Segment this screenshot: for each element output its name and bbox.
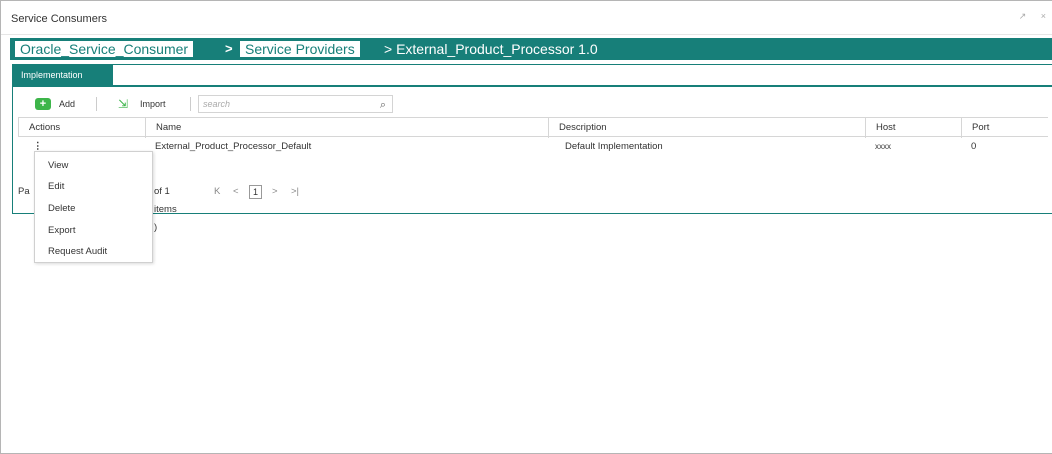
column-header-actions[interactable]: Actions xyxy=(19,118,146,138)
breadcrumb-separator: > xyxy=(225,41,233,56)
menu-item-view[interactable]: View xyxy=(48,160,68,171)
menu-item-edit[interactable]: Edit xyxy=(48,181,64,192)
pager-first-icon[interactable]: K xyxy=(214,183,220,201)
column-header-name[interactable]: Name xyxy=(146,118,549,138)
import-button[interactable]: ⇲ Import xyxy=(118,95,166,113)
table-row[interactable]: ⋮ External_Product_Processor_Default Def… xyxy=(18,137,1048,157)
pager-summary: of 1 items ) xyxy=(154,186,177,233)
search-input[interactable]: search ⌕ xyxy=(198,95,393,113)
column-header-port[interactable]: Port xyxy=(962,118,1049,138)
implementation-panel: Implementation + Add ⇲ Import search ⌕ A… xyxy=(12,64,1052,233)
service-consumers-window: Service Consumers ↗ × Oracle_Service_Con… xyxy=(0,0,1052,454)
menu-item-delete[interactable]: Delete xyxy=(48,203,75,214)
breadcrumb: Oracle_Service_Consumer > Service Provid… xyxy=(10,38,1052,60)
search-placeholder: search xyxy=(203,99,231,109)
cell-name: External_Product_Processor_Default xyxy=(155,141,312,152)
tab-implementation[interactable]: Implementation xyxy=(13,65,113,85)
toolbar-divider xyxy=(190,97,191,111)
window-title: Service Consumers xyxy=(11,13,107,25)
breadcrumb-current: > External_Product_Processor 1.0 xyxy=(384,41,598,57)
import-icon: ⇲ xyxy=(118,97,129,111)
add-button[interactable]: + Add xyxy=(35,95,75,113)
search-icon[interactable]: ⌕ xyxy=(380,97,386,113)
pager-current-page[interactable]: 1 xyxy=(249,185,263,199)
breadcrumb-oracle-service-consumer[interactable]: Oracle_Service_Consumer xyxy=(14,40,195,58)
row-actions-menu: View Edit Delete Export Request Audit xyxy=(34,151,153,263)
column-header-description[interactable]: Description xyxy=(549,118,866,138)
table-header: Actions Name Description Host Port xyxy=(18,117,1049,138)
menu-item-export[interactable]: Export xyxy=(48,225,75,236)
pager-next-icon[interactable]: > xyxy=(272,183,278,201)
implementation-table: Actions Name Description Host Port ⋮ Ext… xyxy=(18,117,1048,157)
import-label: Import xyxy=(140,99,166,109)
plus-icon: + xyxy=(35,98,51,110)
cell-host: xxxx xyxy=(875,142,891,151)
title-bar: Service Consumers ↗ × xyxy=(1,1,1052,35)
column-header-host[interactable]: Host xyxy=(866,118,962,138)
add-label: Add xyxy=(59,99,76,109)
cell-port: 0 xyxy=(971,141,977,152)
menu-item-request-audit[interactable]: Request Audit xyxy=(48,246,107,257)
toolbar: + Add ⇲ Import search ⌕ xyxy=(18,93,1048,115)
cell-description: Default Implementation xyxy=(565,141,663,152)
toolbar-divider xyxy=(96,97,97,111)
pager-prefix: Pa xyxy=(18,186,30,197)
breadcrumb-service-providers[interactable]: Service Providers xyxy=(239,40,361,58)
pager-prev-icon[interactable]: < xyxy=(233,183,239,201)
pager-last-icon[interactable]: >| xyxy=(291,183,299,201)
window-controls[interactable]: ↗ × xyxy=(1019,11,1052,22)
tab-underline xyxy=(13,85,1052,87)
